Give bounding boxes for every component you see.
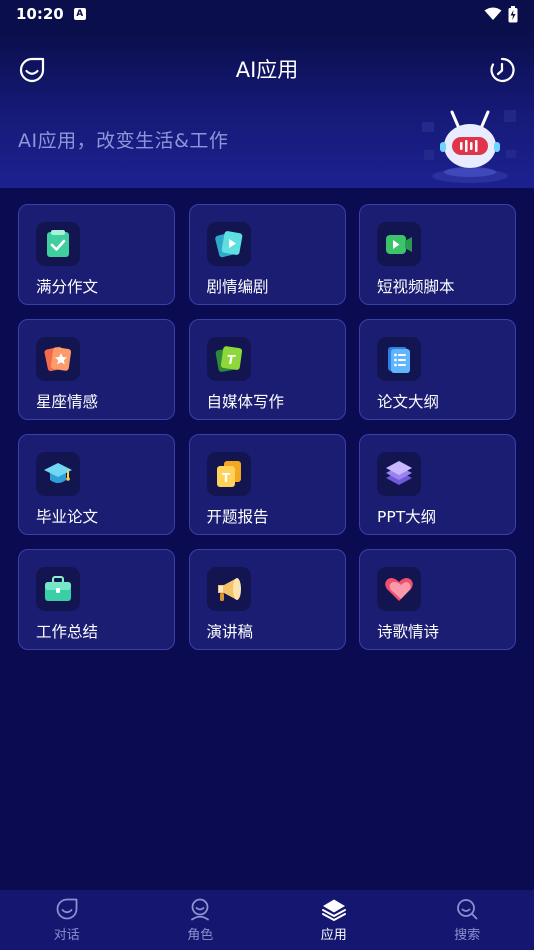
chat-icon	[56, 898, 78, 920]
app-card-horoscope[interactable]: 星座情感	[18, 319, 175, 420]
nav-item-search[interactable]: 搜索	[401, 890, 534, 950]
battery-icon	[508, 5, 518, 22]
wifi-icon	[484, 7, 502, 20]
nav-label-role: 角色	[187, 928, 214, 943]
search-icon	[457, 899, 478, 920]
video-camera-icon	[377, 222, 421, 266]
layers-icon	[321, 899, 346, 921]
app-card-self-media[interactable]: T 自媒体写作	[188, 319, 346, 420]
app-card-label: 剧情编剧	[206, 278, 269, 296]
app-card-label: 开题报告	[206, 508, 269, 526]
notification-a-icon: A	[73, 8, 86, 20]
app-card-poem[interactable]: 诗歌情诗	[359, 549, 516, 650]
bottom-nav: 对话 角色 应用 搜索	[0, 890, 534, 950]
app-card-proposal-report[interactable]: T 开题报告	[188, 434, 346, 535]
list-document-icon	[377, 337, 421, 381]
header: AI应用 AI应用，改变生活&工作	[0, 28, 534, 188]
app-card-ppt-outline[interactable]: PPT大纲	[359, 434, 516, 535]
app-card-work-summary[interactable]: 工作总结	[18, 549, 175, 650]
app-card-screenplay[interactable]: 剧情编剧	[188, 204, 346, 305]
app-grid: 满分作文 剧情编剧 短视频脚本 星座情感 T 自媒体写作 论文大纲 毕业论文 T…	[18, 204, 516, 650]
nav-item-role[interactable]: 角色	[134, 890, 268, 950]
person-icon	[191, 898, 210, 921]
app-card-label: 毕业论文	[36, 508, 99, 526]
app-card-thesis-outline[interactable]: 论文大纲	[359, 319, 516, 420]
app-card-label: 演讲稿	[206, 623, 254, 641]
svg-text:T: T	[221, 471, 230, 485]
essay-check-icon	[36, 222, 80, 266]
nav-item-apps[interactable]: 应用	[267, 890, 401, 950]
report-text-icon: T	[206, 452, 251, 496]
script-play-icon	[206, 222, 251, 266]
app-card-label: 论文大纲	[377, 393, 440, 411]
app-card-label: 星座情感	[36, 393, 99, 411]
app-card-speech[interactable]: 演讲稿	[188, 549, 346, 650]
nav-label-search: 搜索	[454, 928, 481, 943]
megaphone-icon	[206, 567, 251, 611]
app-card-label: 工作总结	[36, 623, 99, 641]
status-right	[484, 5, 518, 23]
status-left: 10:20 A	[16, 5, 86, 23]
history-clock-icon[interactable]	[488, 56, 516, 84]
status-time: 10:20	[16, 5, 64, 23]
app-card-label: 满分作文	[36, 278, 99, 296]
app-card-short-video[interactable]: 短视频脚本	[359, 204, 516, 305]
media-text-icon: T	[206, 337, 251, 381]
app-card-label: 自媒体写作	[206, 393, 285, 411]
header-slogan: AI应用，改变生活&工作	[18, 130, 229, 152]
app-screen: 10:20 A AI应用 AI应用，改变生活&工作 满分作文 剧情编剧 短视频脚…	[0, 0, 534, 950]
star-card-icon	[36, 337, 80, 381]
layers-icon	[377, 452, 421, 496]
nav-label-chat: 对话	[53, 928, 80, 943]
robot-mascot-icon	[422, 110, 516, 183]
heart-icon	[377, 567, 421, 611]
nav-item-chat[interactable]: 对话	[0, 890, 134, 950]
page-title: AI应用	[235, 58, 299, 82]
app-card-label: 短视频脚本	[377, 278, 455, 296]
app-card-label: 诗歌情诗	[377, 623, 440, 641]
status-bar: 10:20 A	[0, 0, 534, 28]
app-card-label: PPT大纲	[377, 508, 437, 526]
graduation-cap-icon	[36, 452, 80, 496]
svg-text:T: T	[226, 353, 235, 367]
nav-label-apps: 应用	[320, 928, 347, 943]
briefcase-icon	[36, 567, 80, 611]
app-card-essay[interactable]: 满分作文	[18, 204, 175, 305]
app-card-graduation-thesis[interactable]: 毕业论文	[18, 434, 175, 535]
